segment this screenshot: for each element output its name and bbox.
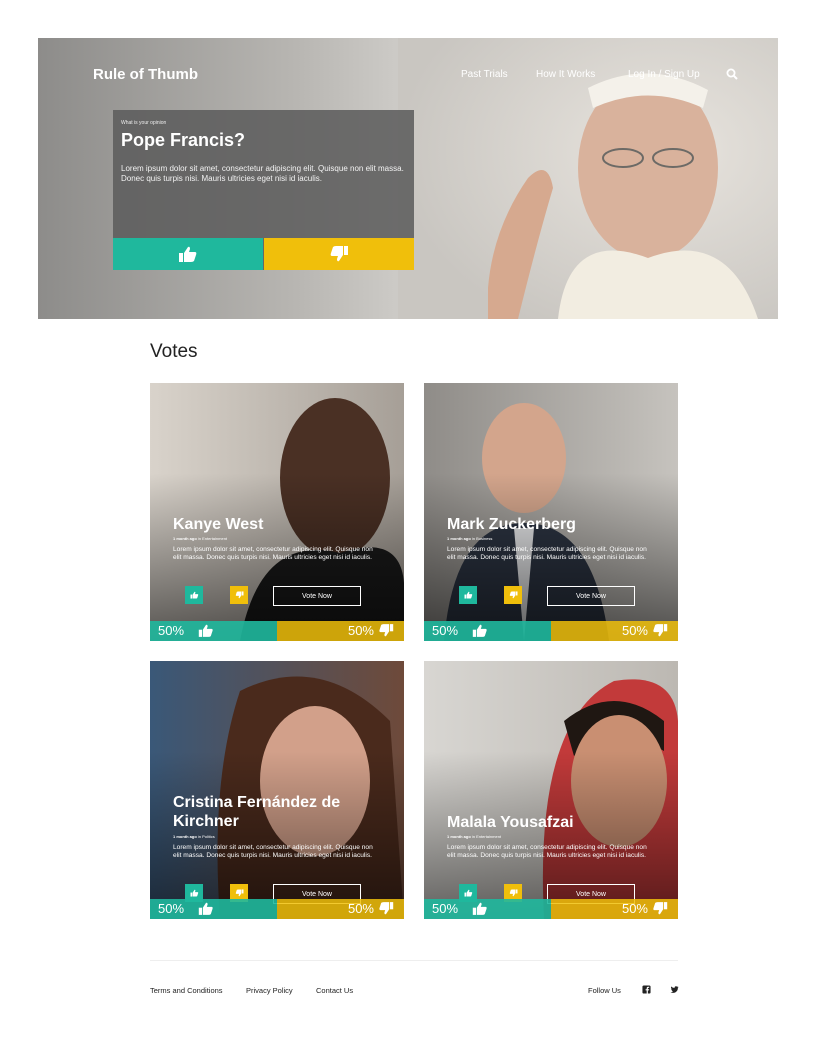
follow-us-label: Follow Us: [588, 986, 621, 995]
vote-card-kanye-west: Kanye West 1 month ago in Entertainment …: [150, 383, 404, 641]
gauge-down-percent: 50%: [347, 623, 374, 638]
nav-login-signup[interactable]: Log In / Sign Up: [628, 69, 700, 80]
top-navigation: Rule of Thumb Past Trials How It Works L…: [38, 38, 778, 114]
thumbs-up-icon: [179, 246, 197, 262]
opinion-title: Pope Francis?: [121, 130, 246, 150]
thumbs-up-icon: [190, 889, 198, 897]
thumbs-up-icon: [198, 902, 213, 915]
vote-gauge: 50% 50%: [424, 621, 678, 641]
thumbs-up-icon: [198, 624, 213, 637]
card-name: Cristina Fernández de Kirchner: [173, 794, 341, 830]
card-meta: 1 month ago in Business: [447, 536, 493, 541]
opinion-description: Lorem ipsum dolor sit amet, consectetur …: [121, 164, 404, 183]
thumbs-up-icon: [190, 591, 198, 599]
vote-card-mark-zuckerberg: Mark Zuckerberg 1 month ago in Business …: [424, 383, 678, 641]
gauge-up-percent: 50%: [432, 901, 459, 916]
gauge-up-percent: 50%: [432, 623, 459, 638]
footer-privacy-link[interactable]: Privacy Policy: [246, 986, 293, 995]
vote-gauge: 50% 50%: [424, 899, 678, 919]
thumbs-up-icon: [472, 902, 487, 915]
nav-past-trials[interactable]: Past Trials: [461, 69, 508, 80]
footer-terms-link[interactable]: Terms and Conditions: [150, 986, 223, 995]
thumbs-up-icon: [472, 624, 487, 637]
vote-now-button[interactable]: Vote Now: [273, 586, 361, 606]
footer-divider: [150, 960, 678, 961]
search-icon[interactable]: [726, 68, 738, 80]
opinion-kicker: What is your opinion: [121, 120, 167, 126]
gauge-down-percent: 50%: [347, 901, 374, 916]
thumbs-down-button[interactable]: [264, 238, 414, 270]
opinion-panel: What is your opinion Pope Francis? Lorem…: [113, 110, 414, 270]
card-meta: 1 month ago in Entertainment: [173, 536, 228, 541]
vote-up-button[interactable]: [459, 586, 477, 604]
gauge-down-percent: 50%: [621, 623, 648, 638]
vote-card-malala-yousafzai: Malala Yousafzai 1 month ago in Entertai…: [424, 661, 678, 919]
card-name: Malala Yousafzai: [447, 814, 574, 831]
vote-down-button[interactable]: [230, 586, 248, 604]
thumbs-down-icon: [509, 591, 517, 599]
vote-up-button[interactable]: [185, 586, 203, 604]
brand-logo[interactable]: Rule of Thumb: [93, 66, 198, 83]
thumbs-down-icon: [330, 246, 348, 262]
thumbs-up-icon: [464, 889, 472, 897]
gauge-up-percent: 50%: [158, 623, 185, 638]
thumbs-down-icon: [379, 624, 394, 637]
thumbs-down-icon: [509, 889, 517, 897]
thumbs-up-button[interactable]: [113, 238, 263, 270]
twitter-icon[interactable]: [670, 985, 679, 994]
thumbs-up-icon: [464, 591, 472, 599]
thumbs-down-icon: [235, 889, 243, 897]
gauge-down-percent: 50%: [621, 901, 648, 916]
vote-now-button[interactable]: Vote Now: [547, 586, 635, 606]
card-meta: 1 month ago in Politics: [173, 834, 215, 839]
facebook-icon[interactable]: [642, 985, 651, 994]
card-description: Lorem ipsum dolor sit amet, consectetur …: [173, 844, 373, 859]
vote-down-button[interactable]: [504, 586, 522, 604]
hero-banner: Rule of Thumb Past Trials How It Works L…: [38, 38, 778, 319]
card-name: Mark Zuckerberg: [447, 516, 576, 533]
nav-how-it-works[interactable]: How It Works: [536, 69, 595, 80]
vote-card-cristina-fernandez-de-kirchner: Cristina Fernández de Kirchner 1 month a…: [150, 661, 404, 919]
footer-contact-link[interactable]: Contact Us: [316, 986, 353, 995]
thumbs-down-icon: [379, 902, 394, 915]
card-description: Lorem ipsum dolor sit amet, consectetur …: [447, 546, 647, 561]
vote-gauge: 50% 50%: [150, 899, 404, 919]
card-description: Lorem ipsum dolor sit amet, consectetur …: [173, 546, 373, 561]
cristina-fernandez-photo: [150, 661, 404, 919]
card-meta: 1 month ago in Entertainment: [447, 834, 502, 839]
card-name: Kanye West: [173, 516, 264, 533]
vote-gauge: 50% 50%: [150, 621, 404, 641]
gauge-up-percent: 50%: [158, 901, 185, 916]
card-description: Lorem ipsum dolor sit amet, consectetur …: [447, 844, 647, 859]
thumbs-down-icon: [235, 591, 243, 599]
malala-yousafzai-photo: [424, 661, 678, 919]
thumbs-down-icon: [653, 902, 668, 915]
votes-heading: Votes: [150, 341, 198, 362]
thumbs-down-icon: [653, 624, 668, 637]
